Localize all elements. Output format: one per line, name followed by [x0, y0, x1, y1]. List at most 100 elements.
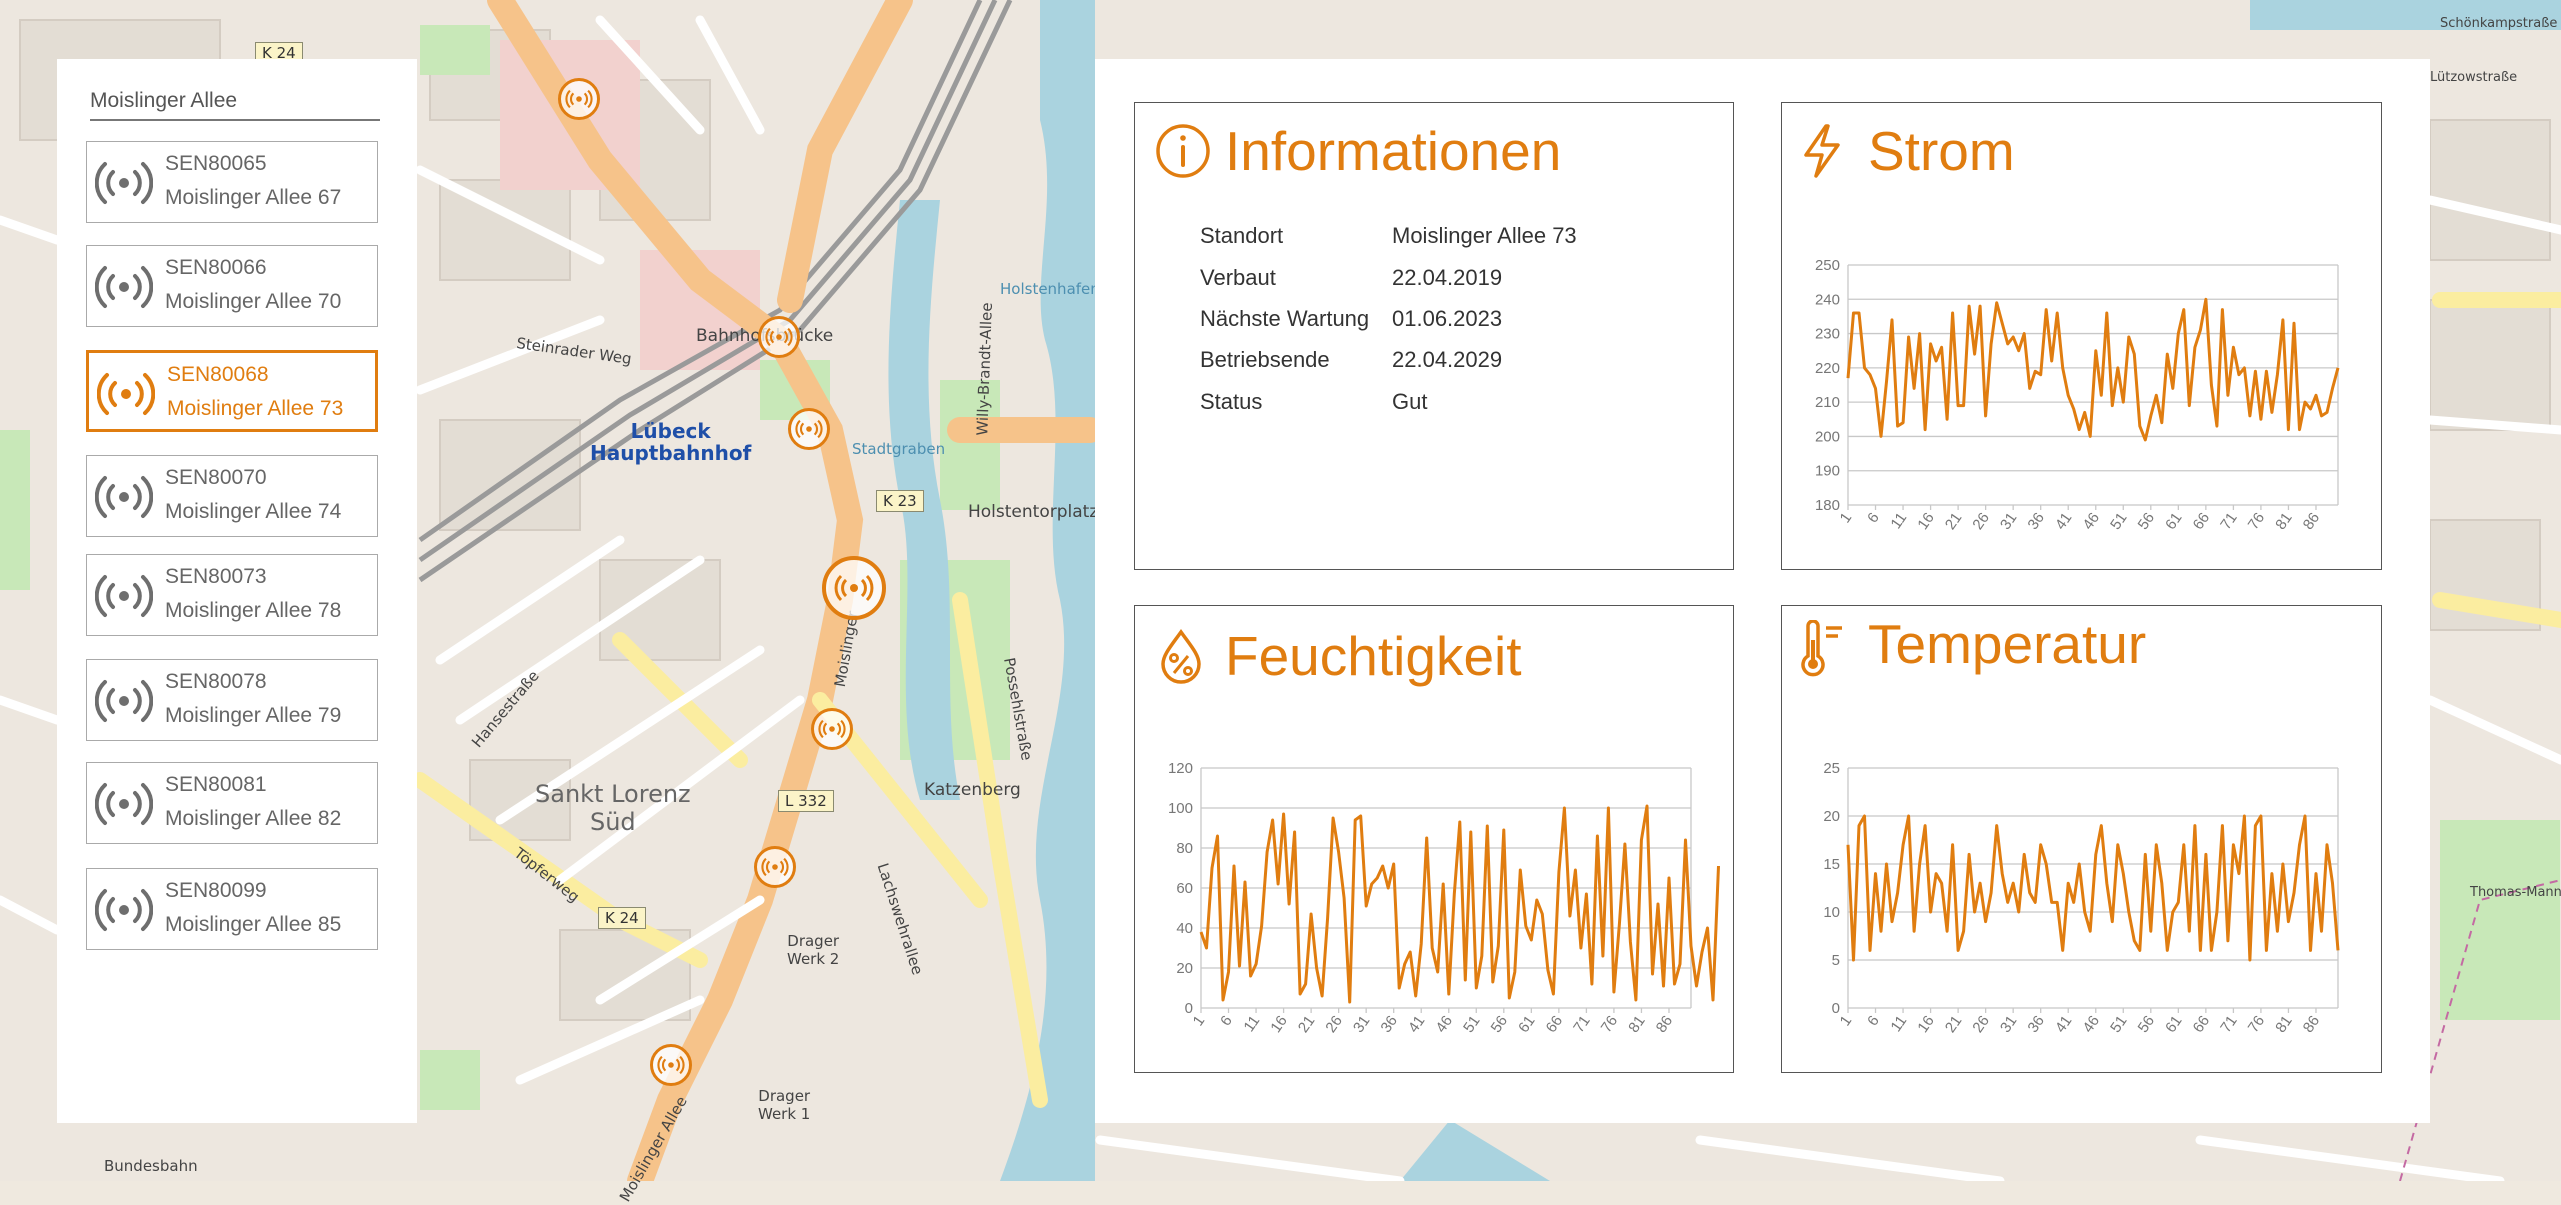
map-marker-sensor[interactable]	[558, 78, 600, 120]
x-tick-label: 51	[1460, 1013, 1483, 1036]
info-label: Standort	[1200, 223, 1284, 248]
x-tick-label: 66	[2190, 510, 2213, 533]
strom-title: Strom	[1868, 120, 2015, 182]
x-tick-label: 6	[1864, 1013, 1883, 1030]
sensor-id: SEN80078	[165, 670, 267, 693]
x-tick-label: 21	[1942, 510, 1965, 533]
thermometer-icon	[1801, 620, 1842, 677]
x-tick-label: 26	[1969, 510, 1992, 533]
map-marker-sensor[interactable]	[758, 316, 800, 358]
x-tick-label: 16	[1914, 510, 1937, 533]
info-label: Verbaut	[1200, 265, 1276, 290]
x-tick-label: 31	[1997, 1013, 2020, 1036]
map-label-lutzow: Lützowstraße	[2430, 70, 2518, 85]
info-value: 22.04.2029	[1392, 347, 1503, 372]
y-tick-label: 200	[1815, 428, 1840, 445]
y-tick-label: 190	[1815, 463, 1840, 480]
sensor-id: SEN80073	[165, 565, 267, 588]
x-tick-label: 56	[2135, 510, 2158, 533]
sensor-address: Moislinger Allee 74	[165, 500, 342, 523]
info-value: 01.06.2023	[1392, 306, 1503, 331]
map-marker-sensor-selected[interactable]	[822, 556, 886, 620]
sensor-broadcast-icon	[95, 575, 153, 617]
sensor-address: Moislinger Allee 78	[165, 599, 342, 622]
sensor-address: Moislinger Allee 85	[165, 913, 342, 936]
map-marker-sensor[interactable]	[754, 846, 796, 888]
sensor-id: SEN80081	[165, 773, 267, 796]
y-tick-label: 210	[1815, 394, 1840, 411]
sensor-broadcast-icon	[95, 476, 153, 518]
map-marker-sensor[interactable]	[811, 708, 853, 750]
x-tick-label: 66	[2190, 1013, 2213, 1036]
x-tick-label: 51	[2107, 1013, 2130, 1036]
x-tick-label: 21	[1942, 1013, 1965, 1036]
map-label-hbf: Lübeck Hauptbahnhof	[590, 419, 752, 465]
temperatur-title: Temperatur	[1868, 613, 2147, 675]
x-tick-label: 61	[1515, 1013, 1538, 1036]
x-tick-label: 31	[1350, 1013, 1373, 1036]
sensor-item[interactable]: SEN80066 Moislinger Allee 70	[86, 245, 378, 327]
x-tick-label: 41	[2052, 1013, 2075, 1036]
feuchtigkeit-chart: 0204060801001201 6 11 16 21 26 31 36 41 46 51 56 61 6…	[1168, 760, 1720, 1036]
map-label-katzenberg: Katzenberg	[924, 780, 1021, 800]
x-tick-label: 46	[2080, 1013, 2103, 1036]
x-tick-label: 1	[1837, 510, 1856, 527]
x-tick-label: 26	[1969, 1013, 1992, 1036]
info-label: Nächste Wartung	[1200, 306, 1370, 331]
x-tick-label: 71	[1570, 1013, 1593, 1036]
sensor-item[interactable]: SEN80078 Moislinger Allee 79	[86, 659, 378, 741]
series-line	[1846, 297, 2340, 442]
map-label-bundesbahn: Bundesbahn	[104, 1157, 198, 1175]
info-card: Informationen Standort Moislinger Allee 7…	[1134, 102, 1734, 570]
info-label: Betriebsende	[1200, 347, 1330, 372]
y-tick-label: 60	[1176, 880, 1193, 897]
x-tick-label: 81	[1625, 1013, 1648, 1036]
sensor-item[interactable]: SEN80081 Moislinger Allee 82	[86, 762, 378, 844]
sensor-id: SEN80065	[165, 152, 267, 175]
y-tick-label: 220	[1815, 360, 1840, 377]
x-tick-label: 71	[2217, 1013, 2240, 1036]
sensor-item[interactable]: SEN80065 Moislinger Allee 67	[86, 141, 378, 223]
sensor-id: SEN80070	[165, 466, 267, 489]
feuchtigkeit-title: Feuchtigkeit	[1225, 625, 1522, 687]
y-tick-label: 40	[1176, 920, 1193, 937]
info-value: Moislinger Allee 73	[1392, 223, 1577, 248]
x-tick-label: 71	[2217, 510, 2240, 533]
sensor-item[interactable]: SEN80099 Moislinger Allee 85	[86, 868, 378, 950]
sensor-broadcast-icon	[95, 889, 153, 931]
info-title: Informationen	[1225, 120, 1562, 182]
series-line	[1199, 804, 1720, 1004]
temperatur-card: Temperatur 0 5 10 15 20 25 1 6 11 16 21 26 31 36 41 46 5…	[1781, 605, 2382, 1073]
sensor-sidebar: SEN80065 Moislinger Allee 67 SEN80066 Moisl…	[57, 59, 417, 1123]
map-marker-sensor[interactable]	[788, 408, 830, 450]
x-tick-label: 11	[1240, 1013, 1263, 1036]
sensor-id: SEN80068	[167, 363, 269, 386]
map-label-district: Sankt Lorenz Süd	[535, 780, 691, 836]
y-tick-label: 180	[1815, 497, 1840, 514]
y-tick-label: 25	[1823, 760, 1840, 777]
map-label-werk1: Drager Werk 1	[758, 1087, 811, 1123]
map-marker-sensor[interactable]	[650, 1044, 692, 1086]
feuchtigkeit-card: Feuchtigkeit 0 20 40 60 80 100 120 1 6 11 16 21 26 31…	[1134, 605, 1734, 1073]
info-label: Status	[1200, 389, 1263, 414]
sensor-item[interactable]: SEN80073 Moislinger Allee 78	[86, 554, 378, 636]
x-tick-label: 31	[1997, 510, 2020, 533]
sensor-address: Moislinger Allee 67	[165, 186, 342, 209]
y-tick-label: 20	[1823, 808, 1840, 825]
map-label-holstentorplatz: Holstentorplatz	[968, 502, 1099, 522]
sensor-id: SEN80066	[165, 256, 267, 279]
x-tick-label: 86	[2300, 510, 2323, 533]
search-input[interactable]	[90, 83, 380, 121]
x-tick-label: 6	[1217, 1013, 1236, 1030]
series-line	[1846, 814, 2340, 962]
y-tick-label: 10	[1823, 904, 1840, 921]
x-tick-label: 16	[1914, 1013, 1937, 1036]
temperatur-chart: 05101520251 6 11 16 21 26 31 36 41 46 51 56 61 66 71 76…	[1823, 760, 2340, 1036]
sensor-broadcast-icon	[95, 783, 153, 825]
lightning-icon	[1804, 124, 1840, 178]
sensor-item[interactable]: SEN80068 Moislinger Allee 73	[86, 350, 378, 432]
sensor-item[interactable]: SEN80070 Moislinger Allee 74	[86, 455, 378, 537]
x-tick-label: 6	[1864, 510, 1883, 527]
info-icon	[1156, 124, 1210, 178]
x-tick-label: 36	[1377, 1013, 1400, 1036]
